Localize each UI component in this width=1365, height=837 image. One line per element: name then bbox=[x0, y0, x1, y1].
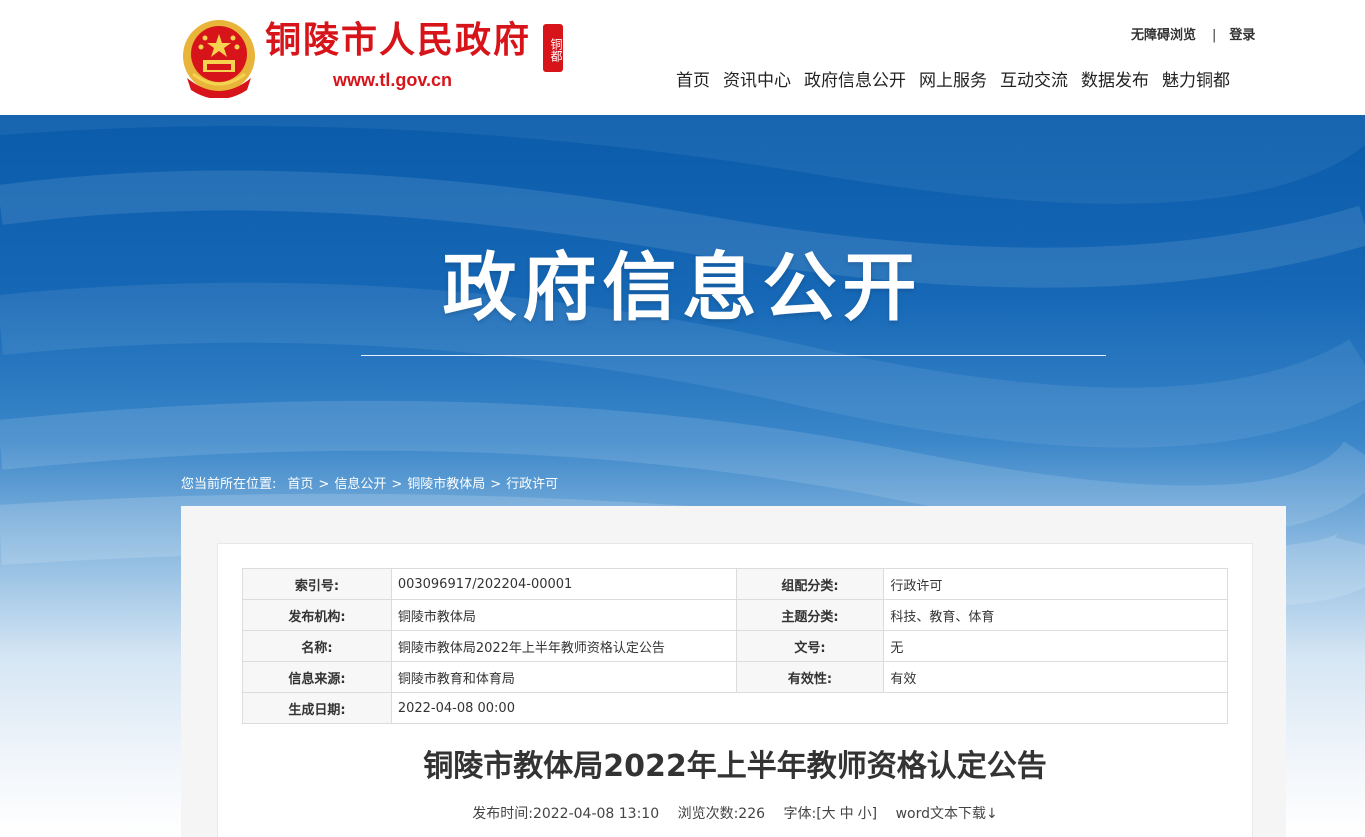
banner-title: 政府信息公开 bbox=[442, 245, 923, 331]
nav-online-services[interactable]: 网上服务 bbox=[919, 69, 987, 93]
meta-value-doc-number: 无 bbox=[883, 630, 1228, 662]
breadcrumb: 您当前所在位置: 首页 > 信息公开 > 铜陵市教体局 > 行政许可 bbox=[181, 476, 558, 494]
table-row: 信息来源: 铜陵市教育和体育局 有效性: 有效 bbox=[242, 661, 1228, 693]
article-meta-bar: 发布时间:2022-04-08 13:10 浏览次数:226 字体:[大中小] … bbox=[242, 804, 1228, 824]
site-name[interactable]: 铜陵市人民政府 bbox=[265, 18, 531, 62]
nav-interaction[interactable]: 互动交流 bbox=[1000, 69, 1068, 93]
nav-data-release[interactable]: 数据发布 bbox=[1081, 69, 1149, 93]
views-label: 浏览次数: bbox=[677, 806, 739, 822]
meta-key-validity: 有效性: bbox=[735, 661, 885, 693]
views-count: 226 bbox=[738, 806, 766, 822]
table-row: 索引号: 003096917/202204-00001 组配分类: 行政许可 bbox=[242, 568, 1228, 600]
meta-key-publisher: 发布机构: bbox=[242, 599, 392, 631]
accessibility-link[interactable]: 无障碍浏览 bbox=[1131, 28, 1196, 44]
meta-value-index-number: 003096917/202204-00001 bbox=[390, 568, 737, 600]
nav-gov-info-disclosure[interactable]: 政府信息公开 bbox=[804, 69, 906, 93]
breadcrumb-separator: > bbox=[391, 477, 403, 492]
font-size-small[interactable]: 小 bbox=[858, 804, 872, 824]
meta-key-generated-date: 生成日期: bbox=[242, 692, 392, 724]
font-bracket-close: ] bbox=[871, 806, 878, 822]
meta-value-topic: 科技、教育、体育 bbox=[883, 599, 1228, 631]
meta-value-publisher: 铜陵市教体局 bbox=[390, 599, 737, 631]
nav-charm-tongdu[interactable]: 魅力铜都 bbox=[1162, 69, 1230, 93]
info-metadata-table: 索引号: 003096917/202204-00001 组配分类: 行政许可 发… bbox=[242, 568, 1229, 724]
font-size-medium[interactable]: 中 bbox=[840, 804, 854, 824]
article-title: 铜陵市教体局2022年上半年教师资格认定公告 bbox=[423, 749, 1047, 784]
table-row: 发布机构: 铜陵市教体局 主题分类: 科技、教育、体育 bbox=[242, 599, 1228, 631]
meta-key-source: 信息来源: bbox=[242, 661, 392, 693]
meta-key-category: 组配分类: bbox=[735, 568, 885, 600]
breadcrumb-education-bureau[interactable]: 铜陵市教体局 bbox=[407, 476, 485, 494]
font-size-label: 字体: bbox=[783, 806, 817, 822]
breadcrumb-label: 您当前所在位置: bbox=[181, 477, 277, 492]
meta-key-name: 名称: bbox=[242, 630, 392, 662]
word-download-link[interactable]: word文本下载↓ bbox=[896, 804, 998, 824]
meta-value-name: 铜陵市教体局2022年上半年教师资格认定公告 bbox=[390, 630, 737, 662]
seal-logo: 铜都 bbox=[543, 24, 563, 72]
banner-divider bbox=[361, 355, 1106, 356]
breadcrumb-separator: > bbox=[490, 477, 502, 492]
top-links: 无障碍浏览 | 登录 bbox=[1131, 28, 1255, 44]
meta-value-generated-date: 2022-04-08 00:00 bbox=[390, 692, 1229, 724]
login-link[interactable]: 登录 bbox=[1229, 28, 1255, 44]
breadcrumb-home[interactable]: 首页 bbox=[287, 476, 313, 494]
meta-value-source: 铜陵市教育和体育局 bbox=[390, 661, 737, 693]
meta-key-doc-number: 文号: bbox=[735, 630, 885, 662]
publish-time: 2022-04-08 13:10 bbox=[532, 806, 660, 822]
font-size-large[interactable]: 大 bbox=[822, 804, 836, 824]
publish-time-label: 发布时间: bbox=[472, 806, 533, 822]
table-row: 名称: 铜陵市教体局2022年上半年教师资格认定公告 文号: 无 bbox=[242, 630, 1228, 662]
breadcrumb-info-disclosure[interactable]: 信息公开 bbox=[334, 476, 386, 494]
meta-value-validity: 有效 bbox=[883, 661, 1228, 693]
main-nav: 首页 资讯中心 政府信息公开 网上服务 互动交流 数据发布 魅力铜都 bbox=[676, 69, 1230, 93]
nav-home[interactable]: 首页 bbox=[676, 69, 710, 93]
meta-value-category: 行政许可 bbox=[883, 568, 1228, 600]
national-emblem-icon[interactable] bbox=[181, 18, 257, 98]
breadcrumb-separator: > bbox=[318, 477, 330, 492]
site-header: 铜陵市人民政府 www.tl.gov.cn 铜都 无障碍浏览 | 登录 首页 资讯中心… bbox=[0, 0, 1365, 115]
meta-key-topic: 主题分类: bbox=[735, 599, 885, 631]
site-url[interactable]: www.tl.gov.cn bbox=[333, 68, 452, 92]
breadcrumb-admin-license[interactable]: 行政许可 bbox=[506, 476, 558, 494]
top-link-separator: | bbox=[1212, 28, 1217, 43]
meta-key-index-number: 索引号: bbox=[242, 568, 392, 600]
table-row: 生成日期: 2022-04-08 00:00 bbox=[242, 692, 1229, 724]
nav-news-center[interactable]: 资讯中心 bbox=[723, 69, 791, 93]
